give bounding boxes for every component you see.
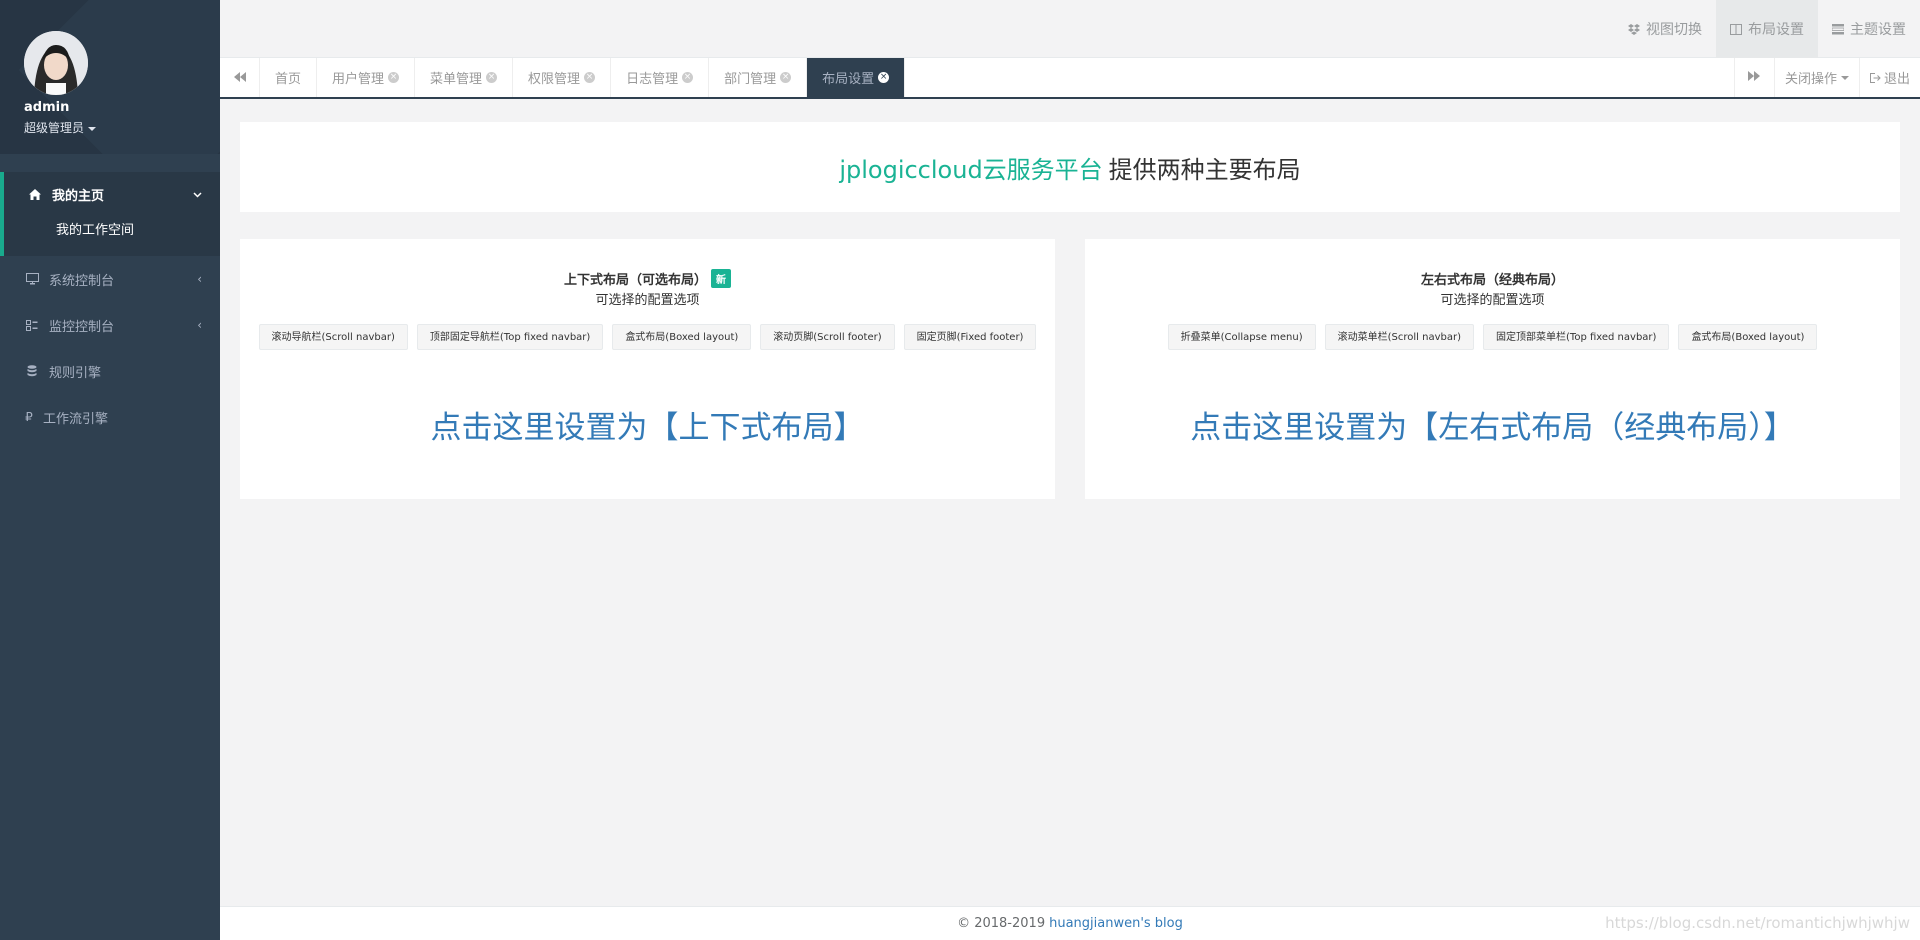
caret-down-icon bbox=[88, 126, 97, 131]
logout-button[interactable]: 退出 bbox=[1858, 58, 1920, 97]
sidebar-subitem-workspace[interactable]: 我的工作空间 bbox=[4, 216, 220, 246]
theme-settings-link[interactable]: 主题设置 bbox=[1818, 0, 1920, 58]
profile-panel: admin 超级管理员 bbox=[0, 0, 220, 154]
option-top-fixed-navbar[interactable]: 顶部固定导航栏(Top fixed navbar) bbox=[416, 324, 604, 350]
set-left-right-layout-link[interactable]: 点击这里设置为【左右式布局（经典布局）】 bbox=[1085, 402, 1900, 447]
top-navbar: 视图切换 布局设置 主题设置 bbox=[220, 0, 1920, 58]
sidebar-item-workflow-engine[interactable]: ₽ 工作流引擎 bbox=[0, 394, 220, 440]
left-right-layout-card: 左右式布局（经典布局） 可选择的配置选项 折叠菜单(Collapse menu)… bbox=[1085, 239, 1900, 499]
sign-out-icon bbox=[1869, 72, 1881, 83]
layout-intro-banner: jplogiccloud云服务平台 提供两种主要布局 bbox=[240, 122, 1900, 212]
forward-icon bbox=[1748, 70, 1761, 85]
profile-role-dropdown[interactable]: 超级管理员 bbox=[24, 119, 97, 136]
watermark: https://blog.csdn.net/romantichjwhjwhjw bbox=[1605, 914, 1910, 932]
tabs-scroll-right-button[interactable] bbox=[1733, 58, 1774, 97]
close-operations-dropdown[interactable]: 关闭操作 bbox=[1773, 58, 1859, 97]
platform-name: jplogiccloud云服务平台 bbox=[839, 155, 1103, 184]
backward-icon bbox=[233, 71, 246, 85]
close-icon[interactable]: × bbox=[486, 72, 498, 83]
desktop-icon bbox=[25, 272, 39, 286]
avatar[interactable] bbox=[24, 31, 88, 95]
tab-user-management[interactable]: 用户管理 × bbox=[317, 58, 416, 97]
option-scroll-footer[interactable]: 滚动页脚(Scroll footer) bbox=[760, 324, 895, 350]
option-scroll-navbar[interactable]: 滚动导航栏(Scroll navbar) bbox=[258, 324, 408, 350]
set-top-down-layout-link[interactable]: 点击这里设置为【上下式布局】 bbox=[240, 402, 1055, 447]
card-subtitle: 可选择的配置选项 bbox=[595, 293, 700, 308]
sidebar-item-monitor-console[interactable]: 监控控制台 ‹ bbox=[0, 302, 220, 348]
close-icon[interactable]: × bbox=[388, 72, 400, 83]
page-tabs: 首页 用户管理 × 菜单管理 × 权限管理 × 日志管理 × 部门管理 × 布局设置 × bbox=[260, 58, 906, 97]
option-fixed-footer[interactable]: 固定页脚(Fixed footer) bbox=[903, 324, 1037, 350]
tab-log-management[interactable]: 日志管理 × bbox=[611, 58, 710, 97]
tab-home[interactable]: 首页 bbox=[260, 58, 318, 97]
home-icon bbox=[28, 187, 42, 201]
close-icon[interactable]: × bbox=[584, 72, 596, 83]
page-tabs-bar: 首页 用户管理 × 菜单管理 × 权限管理 × 日志管理 × 部门管理 × 布局设置 × 关… bbox=[220, 58, 1920, 99]
card-subtitle: 可选择的配置选项 bbox=[1440, 293, 1545, 308]
blog-link[interactable]: huangjianwen's blog bbox=[1049, 916, 1183, 931]
option-top-fixed-navbar[interactable]: 固定顶部菜单栏(Top fixed navbar) bbox=[1483, 324, 1670, 350]
profile-username: admin bbox=[24, 100, 70, 115]
chevron-down-icon bbox=[193, 187, 202, 201]
columns-icon bbox=[1730, 23, 1742, 35]
chevron-left-icon: ‹ bbox=[197, 318, 202, 332]
option-boxed-layout[interactable]: 盒式布局(Boxed layout) bbox=[612, 324, 752, 350]
sidebar-group-home: 我的主页 我的工作空间 bbox=[0, 172, 220, 256]
top-down-layout-card: 上下式布局（可选布局） 新 可选择的配置选项 滚动导航栏(Scroll navb… bbox=[240, 239, 1055, 499]
ruble-icon: ₽ bbox=[25, 410, 33, 424]
option-collapse-menu[interactable]: 折叠菜单(Collapse menu) bbox=[1167, 324, 1316, 350]
sidebar-item-system-console[interactable]: 系统控制台 ‹ bbox=[0, 256, 220, 302]
layout-settings-link[interactable]: 布局设置 bbox=[1716, 0, 1818, 58]
view-switch-link[interactable]: 视图切换 bbox=[1614, 0, 1716, 58]
tab-department-management[interactable]: 部门管理 × bbox=[709, 58, 808, 97]
close-icon[interactable]: × bbox=[682, 72, 694, 83]
option-scroll-navbar[interactable]: 滚动菜单栏(Scroll navbar) bbox=[1324, 324, 1475, 350]
banner-text: 提供两种主要布局 bbox=[1108, 155, 1301, 184]
sidebar: admin 超级管理员 我的主页 我的工作空间 系统控制台 ‹ 监控控制台 ‹ … bbox=[0, 0, 220, 940]
close-icon[interactable]: × bbox=[780, 72, 792, 83]
new-badge: 新 bbox=[711, 269, 731, 288]
copyright-text: © 2018-2019 bbox=[957, 916, 1046, 931]
card-title: 左右式布局（经典布局） bbox=[1420, 273, 1564, 288]
tab-permission-management[interactable]: 权限管理 × bbox=[513, 58, 612, 97]
chevron-left-icon: ‹ bbox=[197, 272, 202, 286]
card-title: 上下式布局（可选布局） 新 bbox=[240, 269, 1055, 288]
database-icon bbox=[25, 364, 39, 378]
tasks-icon bbox=[1832, 23, 1844, 35]
tab-menu-management[interactable]: 菜单管理 × bbox=[415, 58, 514, 97]
sidebar-item-rule-engine[interactable]: 规则引擎 bbox=[0, 348, 220, 394]
dropbox-icon bbox=[1628, 23, 1640, 35]
tabs-scroll-left-button[interactable] bbox=[220, 58, 260, 97]
sidebar-menu: 我的主页 我的工作空间 系统控制台 ‹ 监控控制台 ‹ 规则引擎 ₽ 工作流引擎 bbox=[0, 172, 220, 440]
sidebar-item-home[interactable]: 我的主页 bbox=[4, 172, 220, 216]
tab-layout-settings[interactable]: 布局设置 × bbox=[807, 58, 906, 97]
option-boxed-layout[interactable]: 盒式布局(Boxed layout) bbox=[1678, 324, 1818, 350]
monitor-icon bbox=[25, 318, 39, 332]
option-list: 折叠菜单(Collapse menu) 滚动菜单栏(Scroll navbar)… bbox=[1085, 324, 1900, 350]
caret-down-icon bbox=[1840, 75, 1849, 80]
option-list: 滚动导航栏(Scroll navbar) 顶部固定导航栏(Top fixed n… bbox=[240, 324, 1055, 350]
close-icon[interactable]: × bbox=[878, 72, 890, 83]
